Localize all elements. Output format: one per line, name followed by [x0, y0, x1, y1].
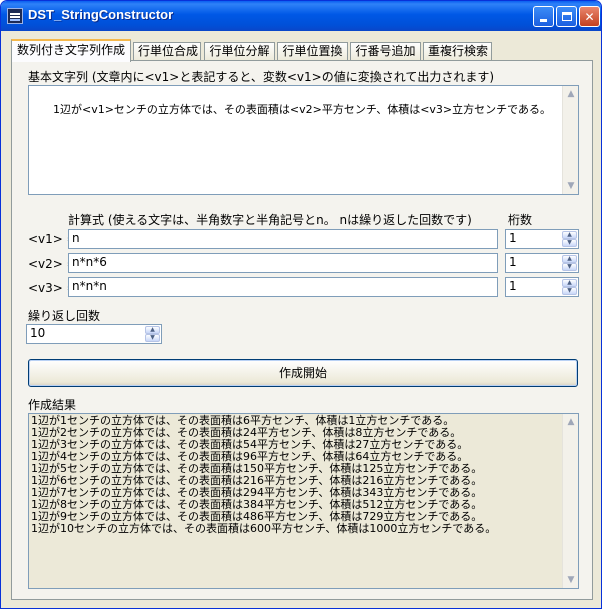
- spin-down-icon[interactable]: ▼: [562, 287, 577, 295]
- spin-down-icon[interactable]: ▼: [562, 239, 577, 247]
- window-title: DST_StringConstructor: [28, 7, 174, 22]
- spin-up-icon[interactable]: ▲: [562, 279, 577, 287]
- repeat-label: 繰り返し回数: [28, 309, 101, 323]
- spin-down-icon[interactable]: ▼: [562, 263, 577, 271]
- scroll-up-icon[interactable]: ▲: [563, 414, 578, 430]
- tab-duplicate-search[interactable]: 重複行検索: [423, 42, 492, 61]
- tab-sequence-string[interactable]: 数列付き文字列作成: [11, 39, 131, 62]
- close-icon: ✕: [584, 9, 595, 24]
- repeat-count-stepper[interactable]: 10 ▲ ▼: [26, 324, 162, 344]
- v1-digits-stepper[interactable]: 1 ▲ ▼: [505, 229, 579, 249]
- tab-line-number[interactable]: 行番号追加: [350, 42, 421, 61]
- result-scrollbar[interactable]: ▲ ▼: [562, 414, 578, 588]
- repeat-count-value: 10: [30, 326, 46, 340]
- minimize-icon: [540, 19, 547, 22]
- app-window: DST_StringConstructor ✕ 数列付き文字列作成 行単位合成 …: [0, 0, 602, 609]
- result-label: 作成結果: [28, 398, 77, 412]
- v2-digits-value: 1: [509, 255, 517, 269]
- tab-line-replace[interactable]: 行単位置換: [277, 42, 348, 61]
- base-string-text: 1辺が<v1>センチの立方体では、その表面積は<v2>平方センチ、体積は<v3>…: [52, 103, 552, 116]
- maximize-button[interactable]: [556, 6, 577, 27]
- v3-digits-stepper[interactable]: 1 ▲ ▼: [505, 277, 579, 297]
- close-button[interactable]: ✕: [579, 6, 600, 27]
- title-bar[interactable]: DST_StringConstructor ✕: [1, 1, 601, 31]
- v1-digits-value: 1: [509, 231, 517, 245]
- base-string-label: 基本文字列 (文章内に<v1>と表記すると、変数<v1>の値に変換されて出力され…: [28, 70, 495, 84]
- spin-up-icon[interactable]: ▲: [562, 255, 577, 263]
- tab-line-merge[interactable]: 行単位合成: [133, 42, 201, 61]
- spin-up-icon[interactable]: ▲: [145, 326, 160, 334]
- v2-digits-stepper[interactable]: 1 ▲ ▼: [505, 253, 579, 273]
- base-string-textarea[interactable]: 1辺が<v1>センチの立方体では、その表面積は<v2>平方センチ、体積は<v3>…: [28, 85, 579, 195]
- maximize-icon: [561, 12, 572, 21]
- result-textarea[interactable]: 1辺が1センチの立方体では、その表面積は6平方センチ、体積は1立方センチである。…: [28, 413, 579, 589]
- v3-digits-value: 1: [509, 279, 517, 293]
- v1-expression-input[interactable]: n: [68, 229, 498, 249]
- formula-label: 計算式 (使える文字は、半角数字と半角記号とn。 nは繰り返した回数です): [68, 213, 472, 227]
- spin-up-icon[interactable]: ▲: [562, 231, 577, 239]
- spin-down-icon[interactable]: ▼: [145, 334, 160, 342]
- digits-label: 桁数: [508, 213, 533, 227]
- result-line: 1辺が10センチの立方体では、その表面積は600平方センチ、体積は1000立方セ…: [31, 522, 497, 535]
- tab-panel: 基本文字列 (文章内に<v1>と表記すると、変数<v1>の値に変換されて出力され…: [11, 60, 593, 600]
- scroll-down-icon[interactable]: ▼: [563, 178, 578, 194]
- v2-expression-input[interactable]: n*n*6: [68, 253, 498, 273]
- tab-line-split[interactable]: 行単位分解: [204, 42, 275, 61]
- app-icon[interactable]: [7, 8, 23, 24]
- start-button[interactable]: 作成開始: [28, 359, 578, 387]
- base-string-scrollbar[interactable]: ▲ ▼: [562, 86, 578, 194]
- minimize-button[interactable]: [533, 6, 554, 27]
- scroll-up-icon[interactable]: ▲: [563, 86, 578, 102]
- scroll-down-icon[interactable]: ▼: [563, 572, 578, 588]
- v3-expression-input[interactable]: n*n*n: [68, 277, 498, 297]
